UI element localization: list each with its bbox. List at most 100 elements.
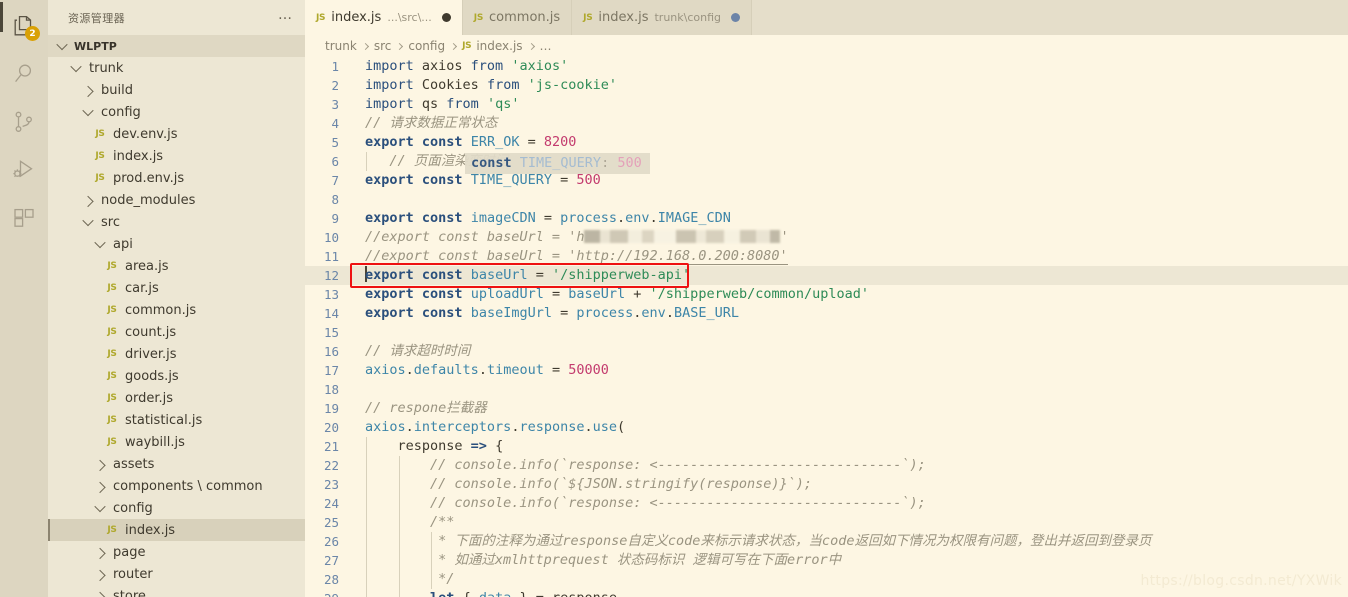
code-token: =: [519, 134, 544, 150]
chevron-down-icon[interactable]: [68, 60, 84, 73]
tree-folder-router[interactable]: router: [48, 563, 305, 585]
tree-folder-build[interactable]: build: [48, 79, 305, 101]
tree-folder-store[interactable]: store: [48, 585, 305, 597]
tree-file-driver-js[interactable]: JS driver.js: [48, 343, 305, 365]
breadcrumb-item-3[interactable]: JS index.js: [462, 39, 522, 53]
code-line[interactable]: 18: [305, 380, 1348, 399]
code-line[interactable]: 21 response => {: [305, 437, 1348, 456]
editor-tab-1[interactable]: JS common.js: [462, 0, 573, 35]
indent-guide: [431, 570, 433, 589]
code-token: // console.info(`response: <------------…: [365, 457, 926, 473]
chevron-down-icon[interactable]: [80, 104, 96, 117]
chevron-down-icon[interactable]: [92, 500, 108, 513]
code-line[interactable]: 3 import qs from 'qs': [305, 95, 1348, 114]
chevron-right-icon[interactable]: [92, 569, 108, 582]
code-line[interactable]: 4 // 请求数据正常状态: [305, 114, 1348, 133]
tree-file-car-js[interactable]: JS car.js: [48, 277, 305, 299]
tree-file-index-js[interactable]: JS index.js: [48, 145, 305, 167]
code-line[interactable]: 26 * 下面的注释为通过response自定义code来标示请求状态，当cod…: [305, 532, 1348, 551]
chevron-down-icon[interactable]: [92, 236, 108, 249]
tree-file-prod-env-js[interactable]: JS prod.env.js: [48, 167, 305, 189]
activity-item-extensions[interactable]: [0, 194, 48, 242]
code-line-content: /**: [353, 513, 454, 532]
chevron-down-icon[interactable]: [54, 38, 70, 51]
activity-item-search[interactable]: [0, 50, 48, 98]
extensions-icon: [12, 206, 36, 230]
chevron-right-icon[interactable]: [80, 85, 96, 98]
activity-item-source-control[interactable]: [0, 98, 48, 146]
chevron-down-icon[interactable]: [80, 214, 96, 227]
code-line[interactable]: 5 export const ERR_OK = 8200: [305, 133, 1348, 152]
more-actions-icon[interactable]: …: [278, 7, 293, 29]
tree-file-waybill-js[interactable]: JS waybill.js: [48, 431, 305, 453]
code-line[interactable]: 29 let { data } = response: [305, 589, 1348, 597]
code-line[interactable]: 8: [305, 190, 1348, 209]
breadcrumb-item-2[interactable]: config: [408, 39, 445, 53]
breadcrumb-item-0[interactable]: trunk: [325, 39, 357, 53]
tree-file-statistical-js[interactable]: JS statistical.js: [48, 409, 305, 431]
tree-file-count-js[interactable]: JS count.js: [48, 321, 305, 343]
code-line[interactable]: 20 axios.interceptors.response.use(: [305, 418, 1348, 437]
editor-tab-0[interactable]: JS index.js ...\src\...: [305, 0, 463, 35]
tree-folder-config[interactable]: config: [48, 497, 305, 519]
tree-folder-src[interactable]: src: [48, 211, 305, 233]
code-line-content: // console.info(`response: <------------…: [353, 494, 926, 513]
code-line[interactable]: 24 // console.info(`response: <---------…: [305, 494, 1348, 513]
chevron-right-icon[interactable]: [92, 591, 108, 597]
code-line[interactable]: 7 export const TIME_QUERY = 500: [305, 171, 1348, 190]
chevron-right-icon[interactable]: [92, 459, 108, 472]
code-line[interactable]: 10 //export const baseUrl = 'h ': [305, 228, 1348, 247]
tree-folder-api[interactable]: api: [48, 233, 305, 255]
code-line[interactable]: 2 import Cookies from 'js-cookie': [305, 76, 1348, 95]
line-number: 6: [331, 154, 339, 169]
code-line[interactable]: 9 export const imageCDN = process.env.IMA…: [305, 209, 1348, 228]
tree-folder-components---common[interactable]: components \ common: [48, 475, 305, 497]
code-line[interactable]: 25 /**: [305, 513, 1348, 532]
code-line[interactable]: 22 // console.info(`response: <---------…: [305, 456, 1348, 475]
tab-description: trunk\config: [654, 11, 721, 24]
activity-item-explorer[interactable]: 2: [0, 2, 48, 50]
code-line-content: import Cookies from 'js-cookie': [353, 76, 617, 95]
chevron-right-icon[interactable]: [92, 547, 108, 560]
tree-file-index-js[interactable]: JS index.js: [48, 519, 305, 541]
tree-item-label: config: [113, 500, 153, 516]
chevron-right-icon[interactable]: [80, 195, 96, 208]
activity-item-run-and-debug[interactable]: [0, 146, 48, 194]
tree-folder-page[interactable]: page: [48, 541, 305, 563]
editor-tab-2[interactable]: JS index.js trunk\config: [572, 0, 752, 35]
breadcrumb-item-4[interactable]: …: [540, 39, 552, 53]
code-line[interactable]: 13 export const uploadUrl = baseUrl + '/s…: [305, 285, 1348, 304]
code-line[interactable]: 16 // 请求超时时间: [305, 342, 1348, 361]
tree-file-goods-js[interactable]: JS goods.js: [48, 365, 305, 387]
js-file-icon: JS: [107, 393, 117, 403]
code-line[interactable]: 15: [305, 323, 1348, 342]
tree-file-common-js[interactable]: JS common.js: [48, 299, 305, 321]
breadcrumb-item-1[interactable]: src: [374, 39, 392, 53]
code-line[interactable]: 17 axios.defaults.timeout = 50000: [305, 361, 1348, 380]
tree-file-order-js[interactable]: JS order.js: [48, 387, 305, 409]
code-line[interactable]: 23 // console.info(`${JSON.stringify(res…: [305, 475, 1348, 494]
code-line[interactable]: 12 export const baseUrl = '/shipperweb-ap…: [305, 266, 1348, 285]
code-line[interactable]: 6 // 页面渲染变时间: [305, 152, 1348, 171]
code-editor[interactable]: 1 import axios from 'axios' 2 import Cookie…: [305, 57, 1348, 597]
chevron-right-icon[interactable]: [92, 481, 108, 494]
tab-dirty-indicator[interactable]: [441, 13, 451, 22]
code-line-content: // respone拦截器: [353, 399, 487, 418]
tree-file-area-js[interactable]: JS area.js: [48, 255, 305, 277]
line-number: 25: [323, 515, 339, 530]
tree-folder-assets[interactable]: assets: [48, 453, 305, 475]
tree-folder-node-modules[interactable]: node_modules: [48, 189, 305, 211]
code-line[interactable]: 11 //export const baseUrl = 'http://192.1…: [305, 247, 1348, 266]
code-line[interactable]: 14 export const baseImgUrl = process.env.…: [305, 304, 1348, 323]
tree-folder-trunk[interactable]: trunk: [48, 57, 305, 79]
code-line[interactable]: 1 import axios from 'axios': [305, 57, 1348, 76]
tree-file-dev-env-js[interactable]: JS dev.env.js: [48, 123, 305, 145]
code-line[interactable]: 27 * 如通过xmlhttprequest 状态码标识 逻辑可写在下面erro…: [305, 551, 1348, 570]
code-line[interactable]: 19 // respone拦截器: [305, 399, 1348, 418]
tab-dirty-indicator[interactable]: [731, 13, 740, 22]
indent-guide: [366, 532, 367, 551]
tree-folder-config[interactable]: config: [48, 101, 305, 123]
tree-folder-wlptp[interactable]: WLPTP: [48, 35, 305, 57]
